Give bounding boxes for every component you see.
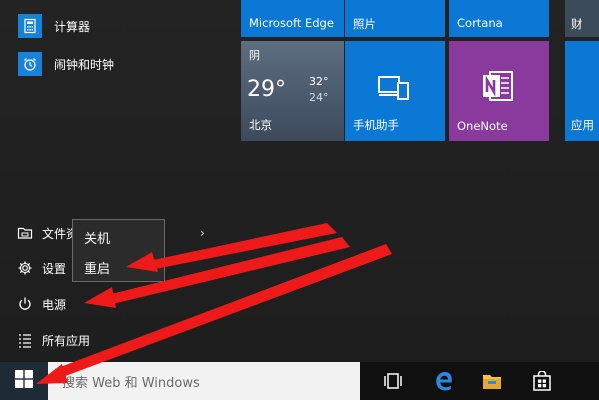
tile-weather[interactable]: 阴 29° 32° 24° 北京 xyxy=(241,41,344,141)
tile-label: Microsoft Edge xyxy=(249,16,334,30)
folder-icon xyxy=(16,224,34,242)
gear-icon xyxy=(16,259,34,277)
restart-option[interactable]: 重启 xyxy=(84,258,110,277)
phone-companion-icon xyxy=(378,75,410,104)
file-explorer-icon[interactable] xyxy=(480,370,504,392)
weather-condition: 阴 xyxy=(249,49,260,62)
tile-phone-companion[interactable]: 手机助手 xyxy=(345,41,445,141)
tile-label: 财 xyxy=(571,17,583,31)
power-item[interactable]: 电源 xyxy=(16,293,66,315)
power-flyout-menu: 关机 重启 xyxy=(72,219,165,282)
tile-label: 应用 xyxy=(571,118,594,132)
start-menu: 计算器 闹钟和时钟 文件资 › 设置 电源 所有应用 Microsoft Edg… xyxy=(0,0,599,362)
tile-partial-top-right[interactable]: 财 xyxy=(565,0,599,37)
tile-microsoft-edge[interactable]: Microsoft Edge xyxy=(241,0,344,37)
shutdown-option[interactable]: 关机 xyxy=(84,228,110,247)
store-icon[interactable] xyxy=(530,370,554,392)
chevron-right-icon[interactable]: › xyxy=(200,226,205,240)
all-apps-label: 所有应用 xyxy=(42,333,91,348)
search-box[interactable]: 搜索 Web 和 Windows xyxy=(48,362,360,400)
tile-label: OneNote xyxy=(457,119,508,133)
weather-high: 32° xyxy=(309,75,329,88)
power-label: 电源 xyxy=(42,297,67,312)
tile-partial-mid-right[interactable]: 应用 xyxy=(565,41,599,141)
calculator-icon xyxy=(18,14,42,38)
tile-label: 照片 xyxy=(353,17,376,31)
app-label: 计算器 xyxy=(54,19,91,34)
settings-item[interactable]: 设置 xyxy=(16,257,66,279)
tile-label: Cortana xyxy=(457,16,503,30)
weather-temperature: 29° xyxy=(247,77,286,102)
weather-low: 24° xyxy=(309,91,329,104)
tile-label: 手机助手 xyxy=(353,118,399,132)
search-placeholder: 搜索 Web 和 Windows xyxy=(62,375,200,391)
tile-photos[interactable]: 照片 xyxy=(345,0,445,37)
onenote-icon xyxy=(481,69,515,106)
start-button[interactable] xyxy=(0,362,48,400)
all-apps-item[interactable]: 所有应用 xyxy=(16,329,90,351)
file-explorer-item[interactable]: 文件资 xyxy=(16,222,78,244)
app-item-calculator[interactable]: 计算器 xyxy=(18,12,90,40)
tile-cortana[interactable]: Cortana xyxy=(449,0,549,37)
task-view-icon[interactable] xyxy=(381,370,405,392)
power-icon xyxy=(16,295,34,313)
weather-city: 北京 xyxy=(249,118,272,132)
taskbar: 搜索 Web 和 Windows xyxy=(0,362,599,400)
windows-logo-icon xyxy=(15,370,33,392)
app-item-alarms-clock[interactable]: 闹钟和时钟 xyxy=(18,50,114,78)
app-label: 闹钟和时钟 xyxy=(54,57,115,72)
edge-icon[interactable] xyxy=(432,370,456,392)
list-icon xyxy=(16,331,34,349)
alarm-clock-icon xyxy=(18,52,42,76)
settings-label: 设置 xyxy=(42,261,67,276)
tile-onenote[interactable]: OneNote xyxy=(449,41,549,141)
